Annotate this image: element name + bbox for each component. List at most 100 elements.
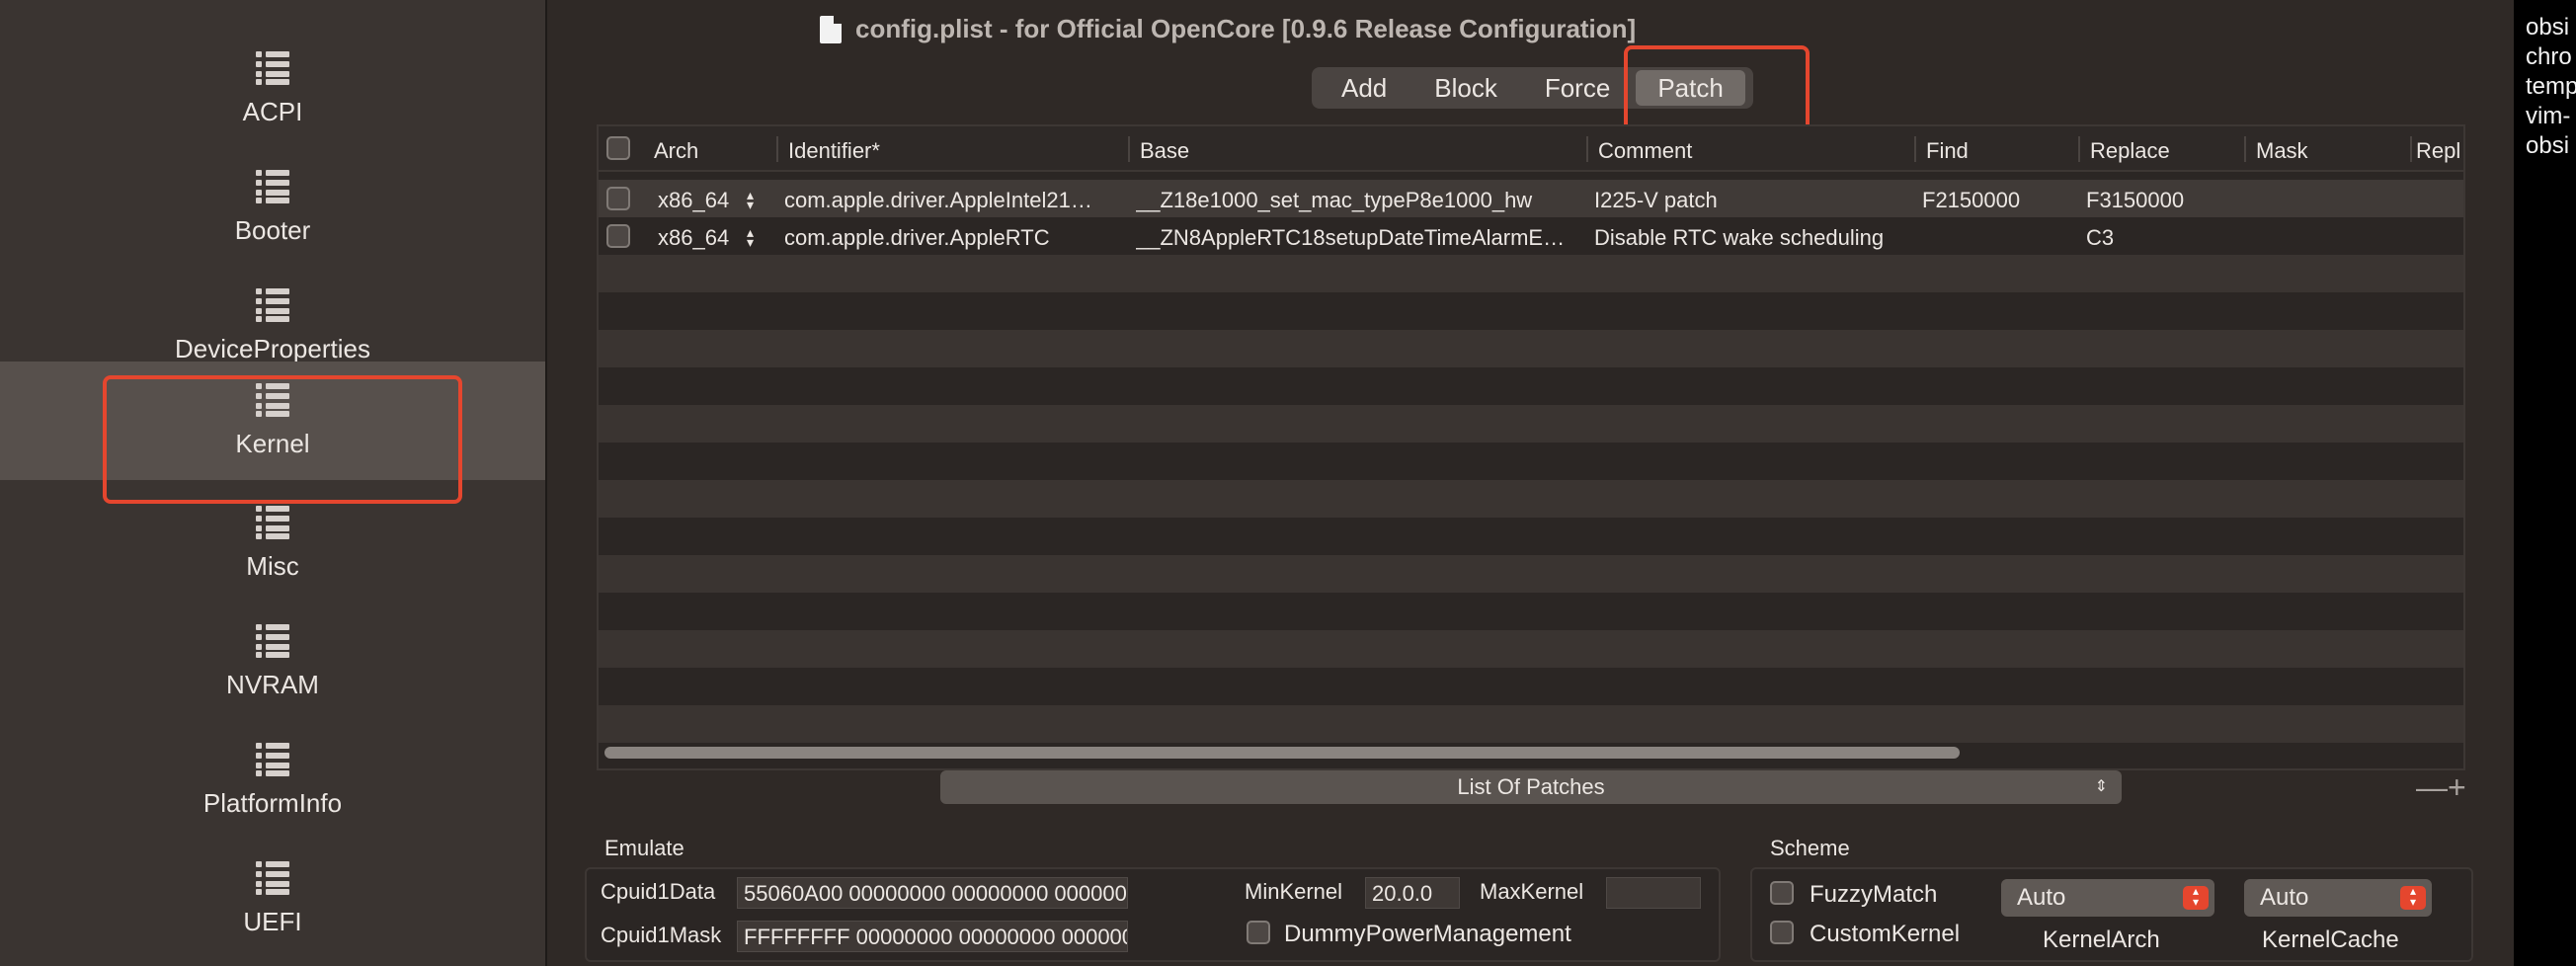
column-header-find[interactable]: Find	[1926, 138, 1969, 164]
comment-cell[interactable]: I225-V patch	[1594, 188, 1908, 213]
sidebar-item-nvram[interactable]: NVRAM	[0, 603, 545, 721]
row-enabled-checkbox[interactable]	[606, 187, 630, 210]
base-cell[interactable]: __ZN8AppleRTC18setupDateTimeAlarmE…	[1136, 225, 1580, 251]
patch-highlight-annotation	[1624, 45, 1810, 134]
terminal-line: obsi	[2526, 14, 2570, 40]
minkernel-label: MinKernel	[1245, 879, 1343, 904]
scheme-section-title: Scheme	[1770, 836, 1850, 860]
maxkernel-field[interactable]	[1606, 877, 1701, 909]
identifier-cell[interactable]: com.apple.driver.AppleRTC	[784, 225, 1120, 251]
dummypowermanagement-checkbox[interactable]	[1247, 921, 1270, 944]
tab-block[interactable]: Block	[1412, 70, 1519, 106]
remove-item-button[interactable]: —	[2416, 769, 2448, 805]
terminal-line: obsi	[2526, 132, 2570, 159]
tab-add[interactable]: Add	[1320, 70, 1409, 106]
empty-row	[599, 255, 2463, 292]
background-terminal-strip: obsi chro temp vim- obsi	[2514, 0, 2576, 966]
fuzzymatch-label: FuzzyMatch	[1810, 881, 1938, 908]
up-down-chevron-icon: ⇕	[2094, 778, 2108, 795]
table-row[interactable]: x86_64 ▴ ▾ com.apple.driver.AppleRTC __ZN…	[599, 217, 2463, 255]
column-header-mask[interactable]: Mask	[2256, 138, 2308, 164]
emulate-group: Cpuid1Data 55060A00 00000000 00000000 00…	[585, 867, 1721, 962]
arch-cell[interactable]: x86_64	[658, 225, 729, 251]
sidebar-item-label: Booter	[234, 214, 311, 245]
sidebar-item-label: DeviceProperties	[175, 333, 370, 363]
add-remove-controls: —+	[2416, 770, 2466, 804]
replace-cell[interactable]: C3	[2086, 225, 2114, 251]
tab-force[interactable]: Force	[1523, 70, 1632, 106]
column-header-base[interactable]: Base	[1140, 138, 1189, 164]
cpuid1mask-field[interactable]: FFFFFFFF 00000000 00000000 00000000	[737, 921, 1128, 952]
empty-row	[599, 443, 2463, 480]
replace-cell[interactable]: F3150000	[2086, 188, 2184, 213]
scheme-group: FuzzyMatch CustomKernel Auto ▴ ▾ KernelAr…	[1750, 867, 2473, 962]
cpuid1data-field[interactable]: 55060A00 00000000 00000000 00000000	[737, 877, 1128, 909]
empty-row	[599, 668, 2463, 705]
terminal-line: chro	[2526, 43, 2572, 70]
dummypowermanagement-label: DummyPowerManagement	[1284, 921, 1571, 947]
sidebar-item-label: NVRAM	[226, 669, 319, 699]
kernelcache-label: KernelCache	[2262, 926, 2399, 953]
sidebar-item-label: UEFI	[243, 906, 302, 936]
terminal-line: temp	[2526, 73, 2576, 100]
maxkernel-label: MaxKernel	[1480, 879, 1584, 904]
sidebar-item-uefi[interactable]: UEFI	[0, 840, 545, 958]
kernelarch-label: KernelArch	[2043, 926, 2160, 953]
list-icon	[256, 505, 289, 539]
find-cell[interactable]: F2150000	[1922, 188, 2020, 213]
empty-row	[599, 518, 2463, 555]
column-header-identifier[interactable]: Identifier*	[788, 138, 880, 164]
empty-row	[599, 555, 2463, 593]
empty-row	[599, 480, 2463, 518]
fuzzymatch-checkbox[interactable]	[1770, 881, 1794, 905]
empty-row	[599, 405, 2463, 443]
list-icon	[256, 860, 289, 895]
horizontal-scrollbar[interactable]	[604, 747, 1960, 759]
column-header-replace-mask[interactable]: Repl	[2416, 138, 2460, 164]
arch-cell[interactable]: x86_64	[658, 188, 729, 213]
arch-stepper-icon[interactable]: ▴ ▾	[747, 225, 754, 249]
sidebar-item-booter[interactable]: Booter	[0, 148, 545, 267]
app-window: ACPI Booter DeviceProperties Kernel Misc…	[0, 0, 2514, 966]
list-icon	[256, 169, 289, 203]
comment-cell[interactable]: Disable RTC wake scheduling	[1594, 225, 1908, 251]
emulate-section-title: Emulate	[604, 836, 684, 860]
arch-stepper-icon[interactable]: ▴ ▾	[747, 188, 754, 211]
minkernel-field[interactable]: 20.0.0	[1365, 877, 1460, 909]
column-header-replace[interactable]: Replace	[2090, 138, 2170, 164]
kernelarch-value: Auto	[2017, 884, 2066, 911]
add-item-button[interactable]: +	[2448, 769, 2466, 805]
column-header-comment[interactable]: Comment	[1598, 138, 1692, 164]
kernelarch-select[interactable]: Auto ▴ ▾	[2001, 879, 2214, 917]
kernelcache-select[interactable]: Auto ▴ ▾	[2244, 879, 2432, 917]
sidebar-item-label: PlatformInfo	[202, 787, 343, 818]
identifier-cell[interactable]: com.apple.driver.AppleIntel21…	[784, 188, 1120, 213]
base-cell[interactable]: __Z18e1000_set_mac_typeP8e1000_hw	[1136, 188, 1580, 213]
list-icon	[256, 623, 289, 658]
select-all-checkbox[interactable]	[606, 136, 630, 160]
sidebar-item-label: Misc	[246, 550, 299, 581]
kernel-highlight-annotation	[103, 375, 462, 504]
sidebar-item-label: ACPI	[242, 96, 303, 126]
list-icon	[256, 742, 289, 776]
empty-row	[599, 292, 2463, 330]
empty-row	[599, 330, 2463, 367]
up-down-chevron-icon: ▴ ▾	[2183, 885, 2209, 910]
empty-row	[599, 630, 2463, 668]
column-header-arch[interactable]: Arch	[654, 138, 698, 164]
list-icon	[256, 287, 289, 322]
list-icon	[256, 50, 289, 85]
up-down-chevron-icon: ▴ ▾	[2400, 885, 2426, 910]
popup-label: List Of Patches	[1457, 774, 1605, 799]
sidebar-item-acpi[interactable]: ACPI	[0, 30, 545, 148]
window-title: config.plist - for Official OpenCore [0.…	[820, 14, 1636, 44]
row-enabled-checkbox[interactable]	[606, 224, 630, 248]
list-of-patches-popup[interactable]: List Of Patches ⇕	[940, 770, 2122, 804]
customkernel-checkbox[interactable]	[1770, 921, 1794, 944]
sidebar-item-platforminfo[interactable]: PlatformInfo	[0, 721, 545, 840]
table-row[interactable]: x86_64 ▴ ▾ com.apple.driver.AppleIntel21……	[599, 180, 2463, 217]
customkernel-label: CustomKernel	[1810, 921, 1961, 947]
patch-table: Arch Identifier* Base Comment Find Repla…	[597, 124, 2465, 770]
window-title-text: config.plist - for Official OpenCore [0.…	[855, 14, 1637, 43]
document-icon	[820, 15, 842, 43]
